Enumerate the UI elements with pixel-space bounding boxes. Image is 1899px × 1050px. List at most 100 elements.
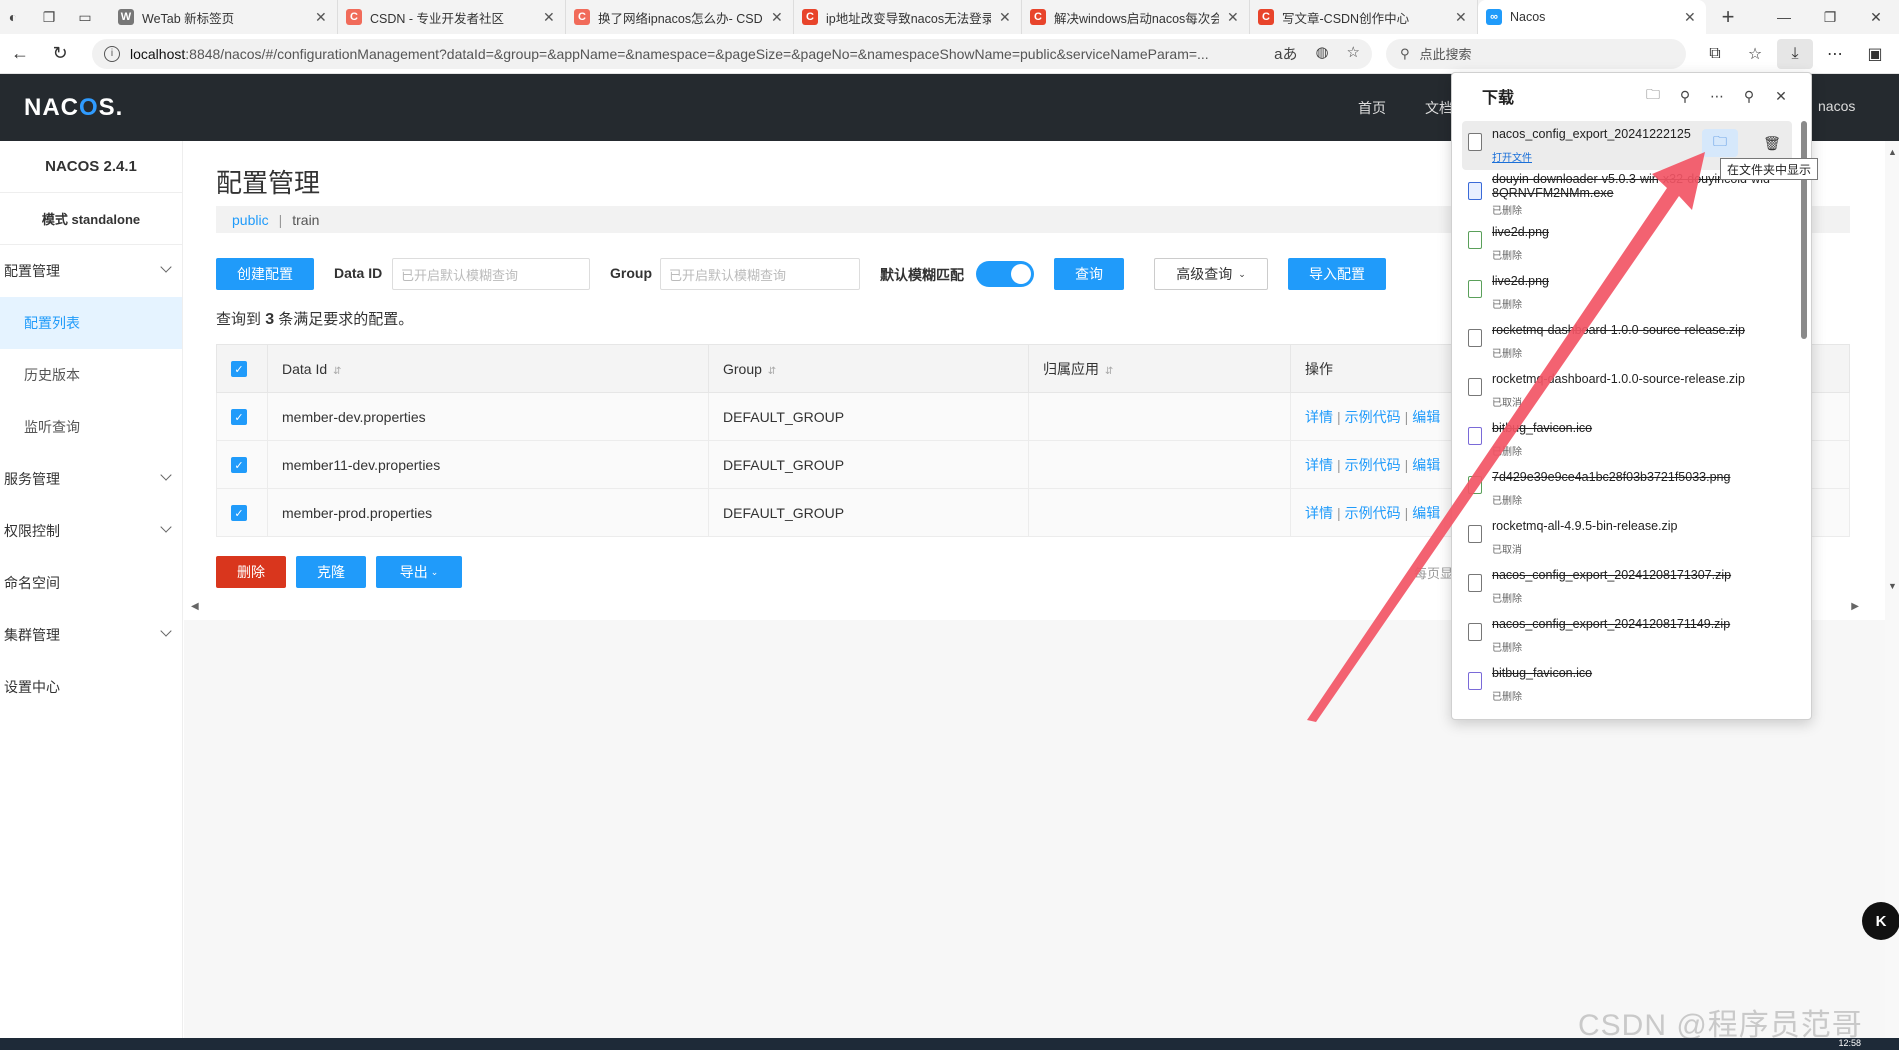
browser-tab[interactable]: C 换了网络ipnacos怎么办- CSDN ✕ bbox=[566, 0, 794, 34]
sidebar-item-service-mgmt[interactable]: 服务管理 bbox=[0, 453, 182, 505]
close-tab-icon[interactable]: ✕ bbox=[1455, 9, 1469, 26]
favorite-star-icon[interactable]: ☆ bbox=[1347, 43, 1360, 64]
download-item[interactable]: nacos_config_export_20241208171149.zip 已删… bbox=[1462, 611, 1792, 660]
profile-icon[interactable]: ◐ bbox=[4, 8, 22, 26]
select-all-checkbox[interactable]: ✓ bbox=[231, 361, 247, 378]
sort-icon[interactable]: ⇵ bbox=[768, 366, 776, 377]
open-folder-icon[interactable]: 🗀 bbox=[1637, 84, 1669, 108]
download-item[interactable]: bitbug_favicon.ico 已删除 bbox=[1462, 415, 1792, 464]
fuzzy-match-toggle[interactable] bbox=[976, 261, 1034, 287]
nav-home[interactable]: 首页 bbox=[1358, 98, 1386, 118]
sample-code-link[interactable]: 示例代码 bbox=[1345, 457, 1401, 473]
close-window-icon[interactable]: ✕ bbox=[1853, 9, 1899, 26]
restore-icon[interactable]: ❐ bbox=[1807, 9, 1853, 26]
browser-tab[interactable]: C CSDN - 专业开发者社区 ✕ bbox=[338, 0, 566, 34]
more-icon[interactable]: ⋯ bbox=[1817, 39, 1853, 69]
browser-tab[interactable]: ∞ Nacos ✕ bbox=[1478, 0, 1706, 34]
advanced-query-button[interactable]: 高级查询 ⌄ bbox=[1154, 258, 1268, 290]
workspaces-icon[interactable]: ❐ bbox=[40, 8, 58, 26]
url-field[interactable]: i localhost:8848/nacos/#/configurationMa… bbox=[92, 38, 1372, 69]
edit-link[interactable]: 编辑 bbox=[1412, 457, 1440, 473]
refresh-icon[interactable]: ↻ bbox=[40, 43, 80, 64]
row-checkbox[interactable]: ✓ bbox=[231, 457, 247, 474]
more-options-icon[interactable]: ⋯ bbox=[1701, 88, 1733, 105]
sort-icon[interactable]: ⇵ bbox=[1105, 366, 1113, 377]
delete-button[interactable]: 删除 bbox=[216, 556, 286, 588]
search-downloads-icon[interactable]: ⚲ bbox=[1669, 88, 1701, 105]
sidebar-item-history[interactable]: 历史版本 bbox=[0, 349, 182, 401]
download-item[interactable]: rocketmq-dashboard-1.0.0-source-release.… bbox=[1462, 366, 1792, 415]
delete-icon[interactable]: 🗑 bbox=[1754, 129, 1790, 157]
download-item[interactable]: bitbug_favicon.ico 已删除 bbox=[1462, 660, 1792, 709]
close-tab-icon[interactable]: ✕ bbox=[999, 9, 1013, 26]
sidebar-item-namespace[interactable]: 命名空间 bbox=[0, 557, 182, 609]
sort-icon[interactable]: ⇵ bbox=[333, 366, 341, 377]
import-config-button[interactable]: 导入配置 bbox=[1288, 258, 1386, 290]
export-button[interactable]: 导出 ⌄ bbox=[376, 556, 462, 588]
downloads-icon[interactable]: ⤓ bbox=[1777, 38, 1813, 69]
row-checkbox[interactable]: ✓ bbox=[231, 505, 247, 522]
col-app[interactable]: 归属应用 ⇵ bbox=[1028, 344, 1291, 393]
detail-link[interactable]: 详情 bbox=[1305, 457, 1333, 473]
read-aloud-icon[interactable]: aあ bbox=[1274, 43, 1297, 64]
sample-code-link[interactable]: 示例代码 bbox=[1345, 505, 1401, 521]
sample-code-link[interactable]: 示例代码 bbox=[1345, 409, 1401, 425]
extensions-icon[interactable]: ⧉ bbox=[1697, 39, 1733, 69]
download-item[interactable]: 7d429e39e9ce4a1bc28f03b3721f5033.png 已删除 bbox=[1462, 464, 1792, 513]
download-item[interactable]: rocketmq-dashboard-1.0.0-source-release.… bbox=[1462, 317, 1792, 366]
browser-tab[interactable]: Cip地址改变导致nacos无法登录 ✕ bbox=[794, 0, 1022, 34]
create-config-button[interactable]: 创建配置 bbox=[216, 258, 314, 290]
download-item[interactable]: nacos_config_export_20241208171307.zip 已删… bbox=[1462, 562, 1792, 611]
download-status[interactable]: 打开文件 bbox=[1492, 149, 1532, 164]
detail-link[interactable]: 详情 bbox=[1305, 409, 1333, 425]
close-icon[interactable]: ✕ bbox=[1765, 88, 1797, 105]
namespace-train[interactable]: train bbox=[292, 212, 319, 228]
sidebar-item-config-mgmt[interactable]: 配置管理 bbox=[0, 245, 182, 297]
detail-link[interactable]: 详情 bbox=[1305, 505, 1333, 521]
sidebar-toggle-icon[interactable]: ▣ bbox=[1857, 39, 1893, 69]
group-input[interactable]: 已开启默认模糊查询 bbox=[660, 258, 860, 290]
nav-docs[interactable]: 文档 bbox=[1425, 98, 1453, 118]
browser-search-input[interactable]: ⚲ 点此搜索 bbox=[1386, 38, 1686, 69]
sidebar-item-settings[interactable]: 设置中心 bbox=[0, 661, 182, 713]
query-button[interactable]: 查询 bbox=[1054, 258, 1124, 290]
namespace-public[interactable]: public bbox=[232, 212, 269, 228]
col-dataid[interactable]: Data Id ⇵ bbox=[267, 344, 709, 393]
scroll-up-icon[interactable]: ▲ bbox=[1888, 147, 1897, 157]
sidebar-item-listen-query[interactable]: 监听查询 bbox=[0, 401, 182, 453]
edit-link[interactable]: 编辑 bbox=[1412, 505, 1440, 521]
user-menu[interactable]: nacos bbox=[1818, 98, 1855, 114]
sidebar-item-auth-control[interactable]: 权限控制 bbox=[0, 505, 182, 557]
row-checkbox[interactable]: ✓ bbox=[231, 409, 247, 426]
edit-link[interactable]: 编辑 bbox=[1412, 409, 1440, 425]
browser-tab[interactable]: W WeTab 新标签页 ✕ bbox=[110, 0, 338, 34]
nacos-logo[interactable]: NACOS. bbox=[24, 94, 123, 122]
show-in-folder-icon[interactable]: 🗀 bbox=[1702, 129, 1738, 157]
close-tab-icon[interactable]: ✕ bbox=[1684, 9, 1698, 26]
scroll-down-icon[interactable]: ▼ bbox=[1888, 581, 1897, 591]
back-icon[interactable]: ← bbox=[0, 43, 40, 64]
dataid-input[interactable]: 已开启默认模糊查询 bbox=[392, 258, 590, 290]
floating-assistant-button[interactable]: K bbox=[1862, 902, 1899, 940]
minimize-icon[interactable]: — bbox=[1761, 9, 1807, 25]
new-tab-button[interactable]: + bbox=[1706, 0, 1750, 34]
close-tab-icon[interactable]: ✕ bbox=[543, 9, 557, 26]
edge-icon[interactable]: ◍ bbox=[1315, 43, 1328, 64]
download-item[interactable]: live2d.png 已删除 bbox=[1462, 219, 1792, 268]
browser-tab[interactable]: C 解决windows启动nacos每次会 ✕ bbox=[1022, 0, 1250, 34]
site-info-icon[interactable]: i bbox=[104, 45, 120, 62]
download-item[interactable]: rocketmq-all-4.9.5-bin-release.zip 已取消 bbox=[1462, 513, 1792, 562]
favorites-icon[interactable]: ☆ bbox=[1737, 39, 1773, 69]
scroll-left-icon[interactable]: ◀ bbox=[191, 601, 199, 612]
col-group[interactable]: Group ⇵ bbox=[708, 344, 1029, 393]
tab-actions-icon[interactable]: ▭ bbox=[76, 8, 94, 26]
downloads-scrollbar[interactable] bbox=[1801, 121, 1807, 339]
scroll-right-icon[interactable]: ▶ bbox=[1851, 601, 1859, 612]
download-filename[interactable]: nacos_config_export_20241222125 bbox=[1492, 127, 1782, 141]
browser-tab[interactable]: C 写文章-CSDN创作中心 ✕ bbox=[1250, 0, 1478, 34]
close-tab-icon[interactable]: ✕ bbox=[771, 9, 785, 26]
pin-icon[interactable]: ⚲ bbox=[1733, 88, 1765, 105]
download-item[interactable]: live2d.png 已删除 bbox=[1462, 268, 1792, 317]
close-tab-icon[interactable]: ✕ bbox=[315, 9, 329, 26]
sidebar-item-cluster-mgmt[interactable]: 集群管理 bbox=[0, 609, 182, 661]
